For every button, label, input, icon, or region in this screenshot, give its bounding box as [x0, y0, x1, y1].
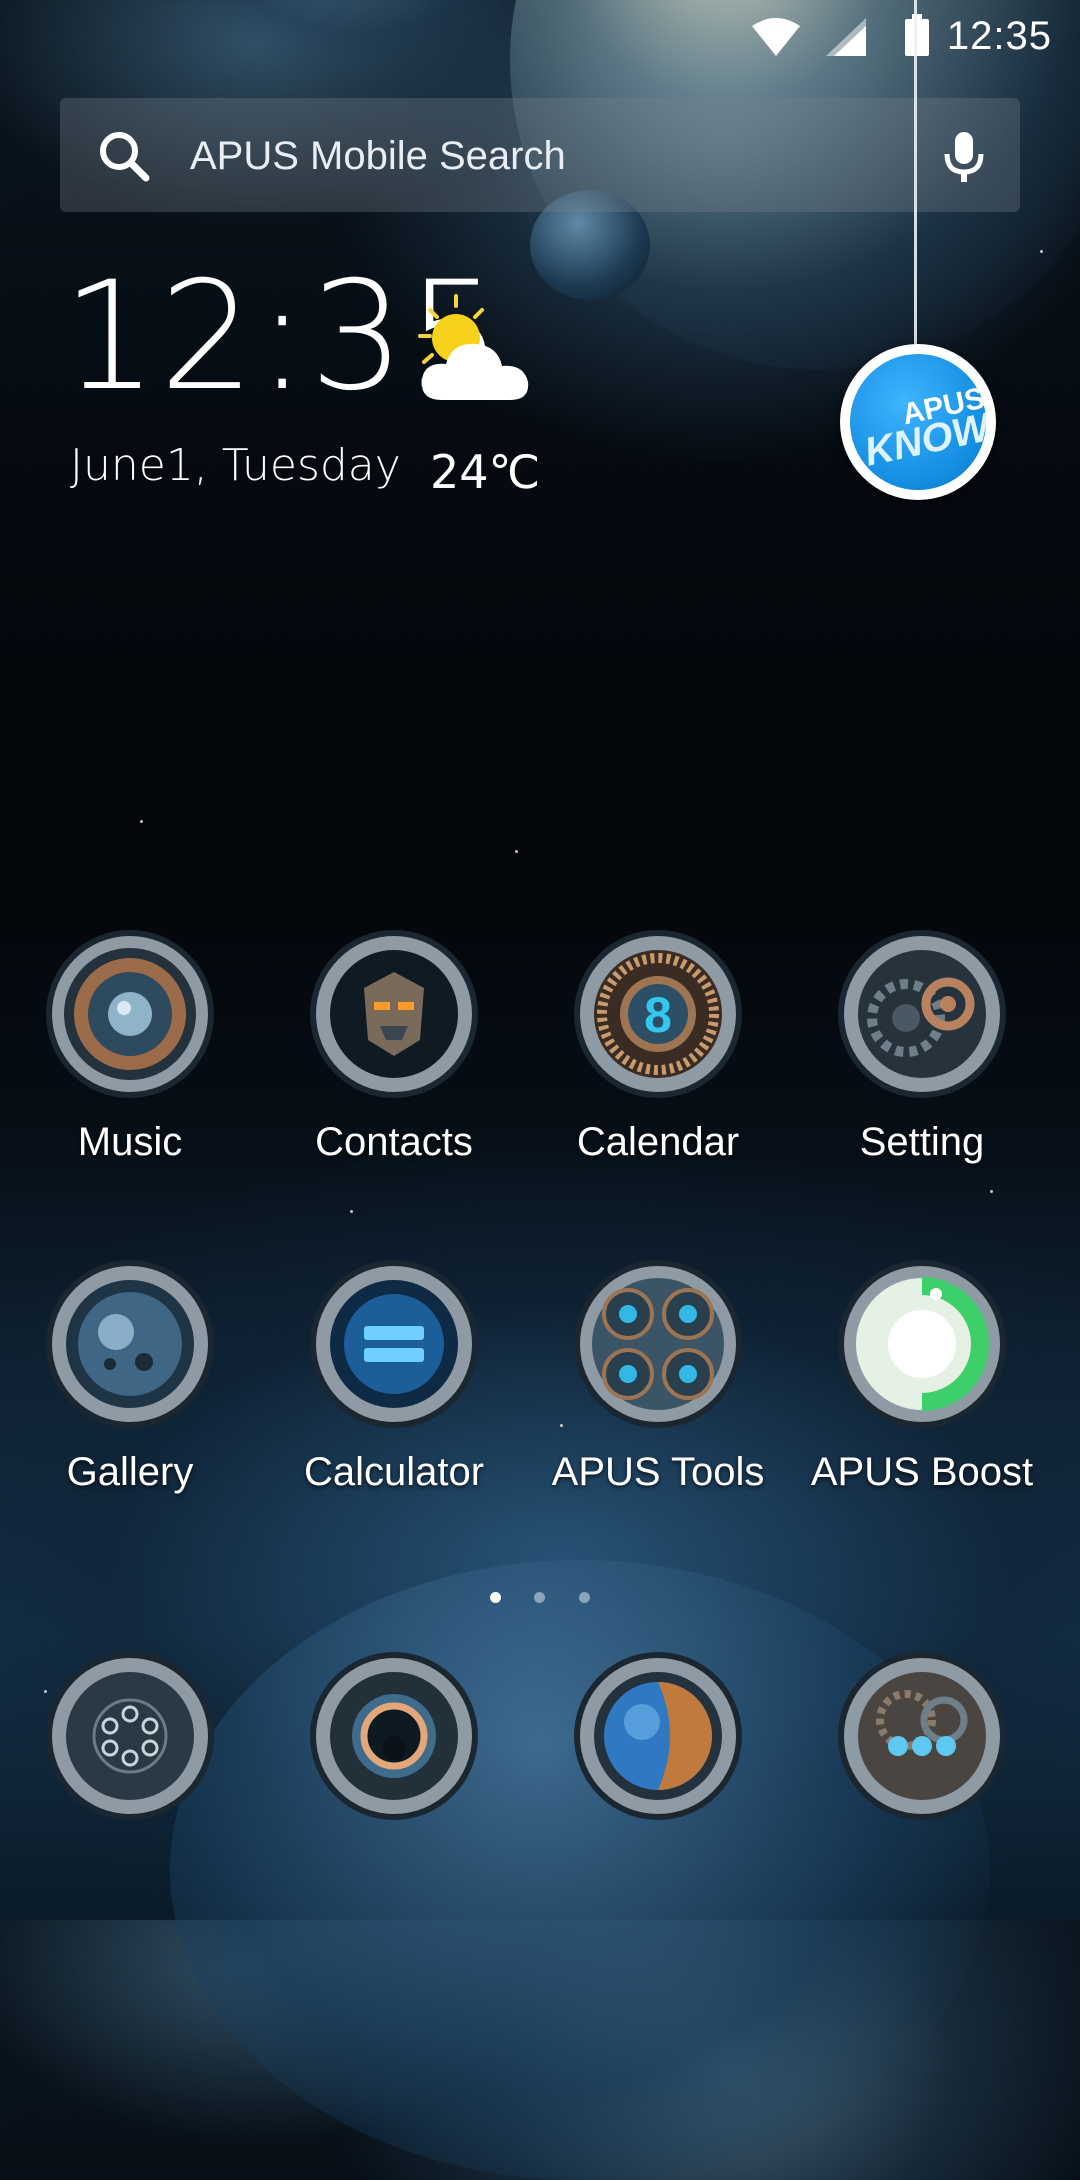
- app-label: Setting: [859, 1120, 985, 1164]
- app-apus-tools[interactable]: APUS Tools: [528, 1258, 788, 1558]
- status-bar-time: 12:35: [946, 14, 1052, 58]
- dialer-icon[interactable]: [44, 1650, 216, 1822]
- speaker-icon: [46, 930, 214, 1098]
- app-label: APUS Tools: [551, 1450, 765, 1494]
- wifi-icon: [752, 18, 800, 56]
- calculator-icon: [310, 1260, 478, 1428]
- page-dot-active: [490, 1592, 501, 1603]
- page-indicator: [0, 1592, 1080, 1606]
- apus-know-button[interactable]: APUS KNOW: [840, 344, 996, 500]
- app-label: Gallery: [66, 1450, 194, 1494]
- svg-text:8: 8: [644, 987, 672, 1043]
- robot-face-icon: [310, 930, 478, 1098]
- app-label: Calendar: [576, 1120, 740, 1164]
- mic-icon[interactable]: [934, 126, 994, 186]
- calendar-8-icon: 8: [574, 930, 742, 1098]
- search-bar[interactable]: [60, 98, 1020, 212]
- page-dot: [579, 1592, 590, 1603]
- apus-know-logo: APUS KNOW: [850, 354, 986, 490]
- app-label: Contacts: [315, 1120, 473, 1164]
- cell-signal-icon: [826, 18, 866, 56]
- app-label: Calculator: [303, 1450, 485, 1494]
- search-input[interactable]: [188, 122, 932, 190]
- app-contacts[interactable]: Contacts: [264, 928, 524, 1228]
- app-setting[interactable]: Setting: [792, 928, 1052, 1228]
- search-icon[interactable]: [96, 128, 152, 184]
- boost-icon: [838, 1260, 1006, 1428]
- page-dot: [534, 1592, 545, 1603]
- messages-icon[interactable]: [836, 1650, 1008, 1822]
- star: [515, 850, 518, 853]
- camera-icon[interactable]: [308, 1650, 480, 1822]
- app-calculator[interactable]: Calculator: [264, 1258, 524, 1558]
- browser-globe-icon[interactable]: [572, 1650, 744, 1822]
- partly-sunny-icon[interactable]: [412, 288, 542, 408]
- apus-know-string: [914, 0, 917, 346]
- weather-temperature: 24℃: [430, 445, 541, 499]
- app-label: APUS Boost: [810, 1450, 1034, 1494]
- clock-widget-date: June1, Tuesday: [70, 440, 401, 491]
- app-calendar[interactable]: 8 Calendar: [528, 928, 788, 1228]
- app-apus-boost[interactable]: APUS Boost: [792, 1258, 1052, 1558]
- app-label: Music: [77, 1120, 183, 1164]
- star: [140, 820, 143, 823]
- app-gallery[interactable]: Gallery: [0, 1258, 260, 1558]
- gears-icon: [838, 930, 1006, 1098]
- planet-icon: [46, 1260, 214, 1428]
- status-bar: 12:35: [0, 0, 1080, 72]
- battery-icon: [905, 14, 929, 56]
- tools-icon: [574, 1260, 742, 1428]
- app-music[interactable]: Music: [0, 928, 260, 1228]
